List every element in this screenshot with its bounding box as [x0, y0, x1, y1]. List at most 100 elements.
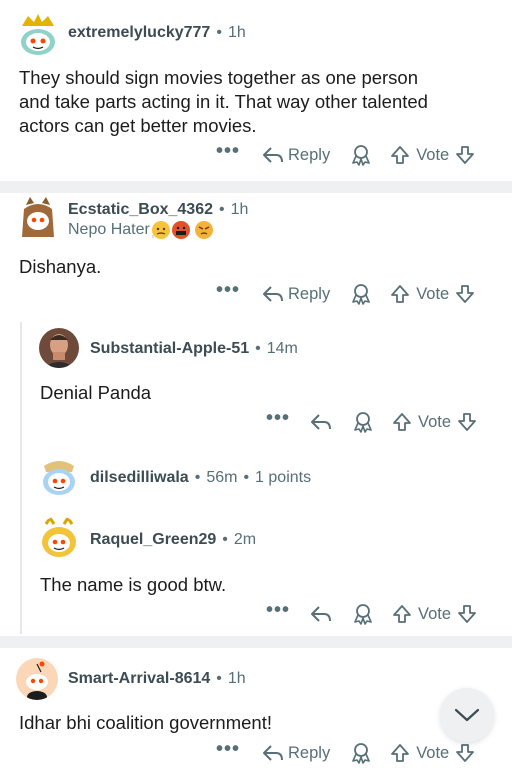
reply-button[interactable]: Reply	[262, 145, 330, 165]
comment-body: Dishanya.	[19, 256, 102, 277]
reply-button[interactable]: Reply	[262, 284, 330, 304]
comment-body: Denial Panda	[40, 382, 152, 403]
user-flair: Nepo Hater	[68, 221, 213, 239]
comment-actions: ••• Reply Vote	[216, 739, 475, 767]
reply-arrow-icon	[263, 147, 284, 163]
separator: •	[243, 469, 250, 486]
separator: •	[216, 24, 222, 41]
downvote-arrow-icon	[458, 605, 476, 623]
comment-actions: ••• Vote	[266, 408, 477, 436]
timestamp: 1h	[227, 24, 246, 41]
award-icon	[352, 743, 371, 764]
upvote-arrow-icon	[393, 413, 411, 431]
upvote-button[interactable]	[392, 604, 412, 624]
more-options-button[interactable]: •••	[216, 141, 240, 164]
avatar[interactable]	[16, 658, 58, 700]
vote-label: Vote	[416, 743, 450, 762]
chevron-down-icon	[454, 708, 480, 722]
comment-line: actors can get better movies.	[19, 115, 257, 136]
comment-body: The name is good btw.	[40, 574, 227, 595]
more-options-button[interactable]: •••	[216, 280, 240, 303]
username[interactable]: dilsedilliwala	[90, 469, 189, 486]
award-button[interactable]	[350, 283, 372, 305]
timestamp: 1h	[230, 201, 249, 218]
comment-actions: ••• Vote	[266, 600, 477, 628]
downvote-button[interactable]	[455, 145, 475, 165]
upvote-arrow-icon	[391, 744, 410, 762]
vote-label: Vote	[416, 284, 450, 303]
angry-face-emoji-icon	[194, 221, 213, 239]
timestamp: 14m	[266, 340, 298, 357]
avatar[interactable]	[18, 12, 58, 56]
reply-button[interactable]	[310, 604, 332, 624]
collapse-thread-button[interactable]	[440, 688, 494, 742]
username[interactable]: Ecstatic_Box_4362	[68, 201, 213, 218]
award-button[interactable]	[352, 411, 374, 433]
comment-actions: ••• Reply Vote	[216, 141, 475, 169]
award-button[interactable]	[350, 742, 372, 764]
comment-body: Idhar bhi coalition government!	[19, 712, 272, 733]
upvote-arrow-icon	[391, 146, 410, 164]
reply-button[interactable]	[310, 412, 332, 432]
downvote-button[interactable]	[457, 412, 477, 432]
username[interactable]: Raquel_Green29	[90, 531, 216, 548]
award-button[interactable]	[352, 603, 374, 625]
avatar[interactable]	[38, 516, 80, 558]
reply-arrow-icon	[311, 606, 332, 622]
reply-arrow-icon	[263, 745, 284, 761]
upvote-arrow-icon	[393, 605, 411, 623]
award-icon	[354, 604, 372, 625]
avatar[interactable]	[38, 456, 80, 498]
comment-line: They should sign movies together as one …	[19, 67, 419, 88]
downvote-arrow-icon	[456, 744, 475, 762]
separator: •	[218, 201, 225, 218]
username[interactable]: Substantial-Apple-51	[90, 340, 249, 357]
upvote-button[interactable]	[390, 284, 410, 304]
upvote-button[interactable]	[390, 145, 410, 165]
comment-body: They should sign movies together as one …	[19, 66, 428, 138]
vote-label: Vote	[418, 604, 452, 623]
reply-label: Reply	[288, 743, 331, 762]
comment-divider	[0, 636, 512, 648]
award-icon	[354, 412, 372, 433]
reply-arrow-icon	[263, 286, 284, 302]
downvote-arrow-icon	[456, 285, 475, 303]
comment-actions: ••• Reply Vote	[216, 280, 475, 308]
separator: •	[194, 469, 201, 486]
separator: •	[255, 340, 261, 357]
username[interactable]: extremelylucky777	[68, 24, 210, 41]
reply-arrow-icon	[311, 414, 332, 430]
avatar[interactable]	[18, 195, 58, 237]
timestamp: 1h	[227, 670, 246, 687]
thread-line[interactable]	[20, 322, 22, 634]
vote-label: Vote	[416, 145, 450, 164]
award-button[interactable]	[350, 144, 372, 166]
comment-divider	[0, 181, 512, 193]
steaming-face-emoji-icon	[151, 221, 170, 239]
award-icon	[352, 284, 371, 305]
downvote-button[interactable]	[455, 743, 475, 763]
more-options-button[interactable]: •••	[216, 739, 240, 762]
timestamp: 56m	[206, 469, 238, 486]
more-options-button[interactable]: •••	[266, 600, 290, 623]
downvote-button[interactable]	[455, 284, 475, 304]
avatar[interactable]	[39, 328, 79, 368]
timestamp: 2m	[233, 531, 257, 548]
upvote-arrow-icon	[391, 285, 410, 303]
upvote-button[interactable]	[390, 743, 410, 763]
award-icon	[352, 145, 371, 166]
cursing-face-emoji-icon	[171, 221, 190, 239]
comment-line: and take parts acting in it. That way ot…	[19, 91, 428, 112]
downvote-arrow-icon	[458, 413, 476, 431]
more-options-button[interactable]: •••	[266, 408, 290, 431]
reply-label: Reply	[288, 284, 331, 303]
points: 1 points	[255, 469, 312, 486]
flair-text: Nepo Hater	[68, 221, 150, 238]
downvote-button[interactable]	[457, 604, 477, 624]
reply-label: Reply	[288, 145, 331, 164]
separator: •	[216, 670, 222, 687]
upvote-button[interactable]	[392, 412, 412, 432]
reply-button[interactable]: Reply	[262, 743, 330, 763]
username[interactable]: Smart-Arrival-8614	[68, 670, 210, 687]
separator: •	[222, 531, 228, 548]
